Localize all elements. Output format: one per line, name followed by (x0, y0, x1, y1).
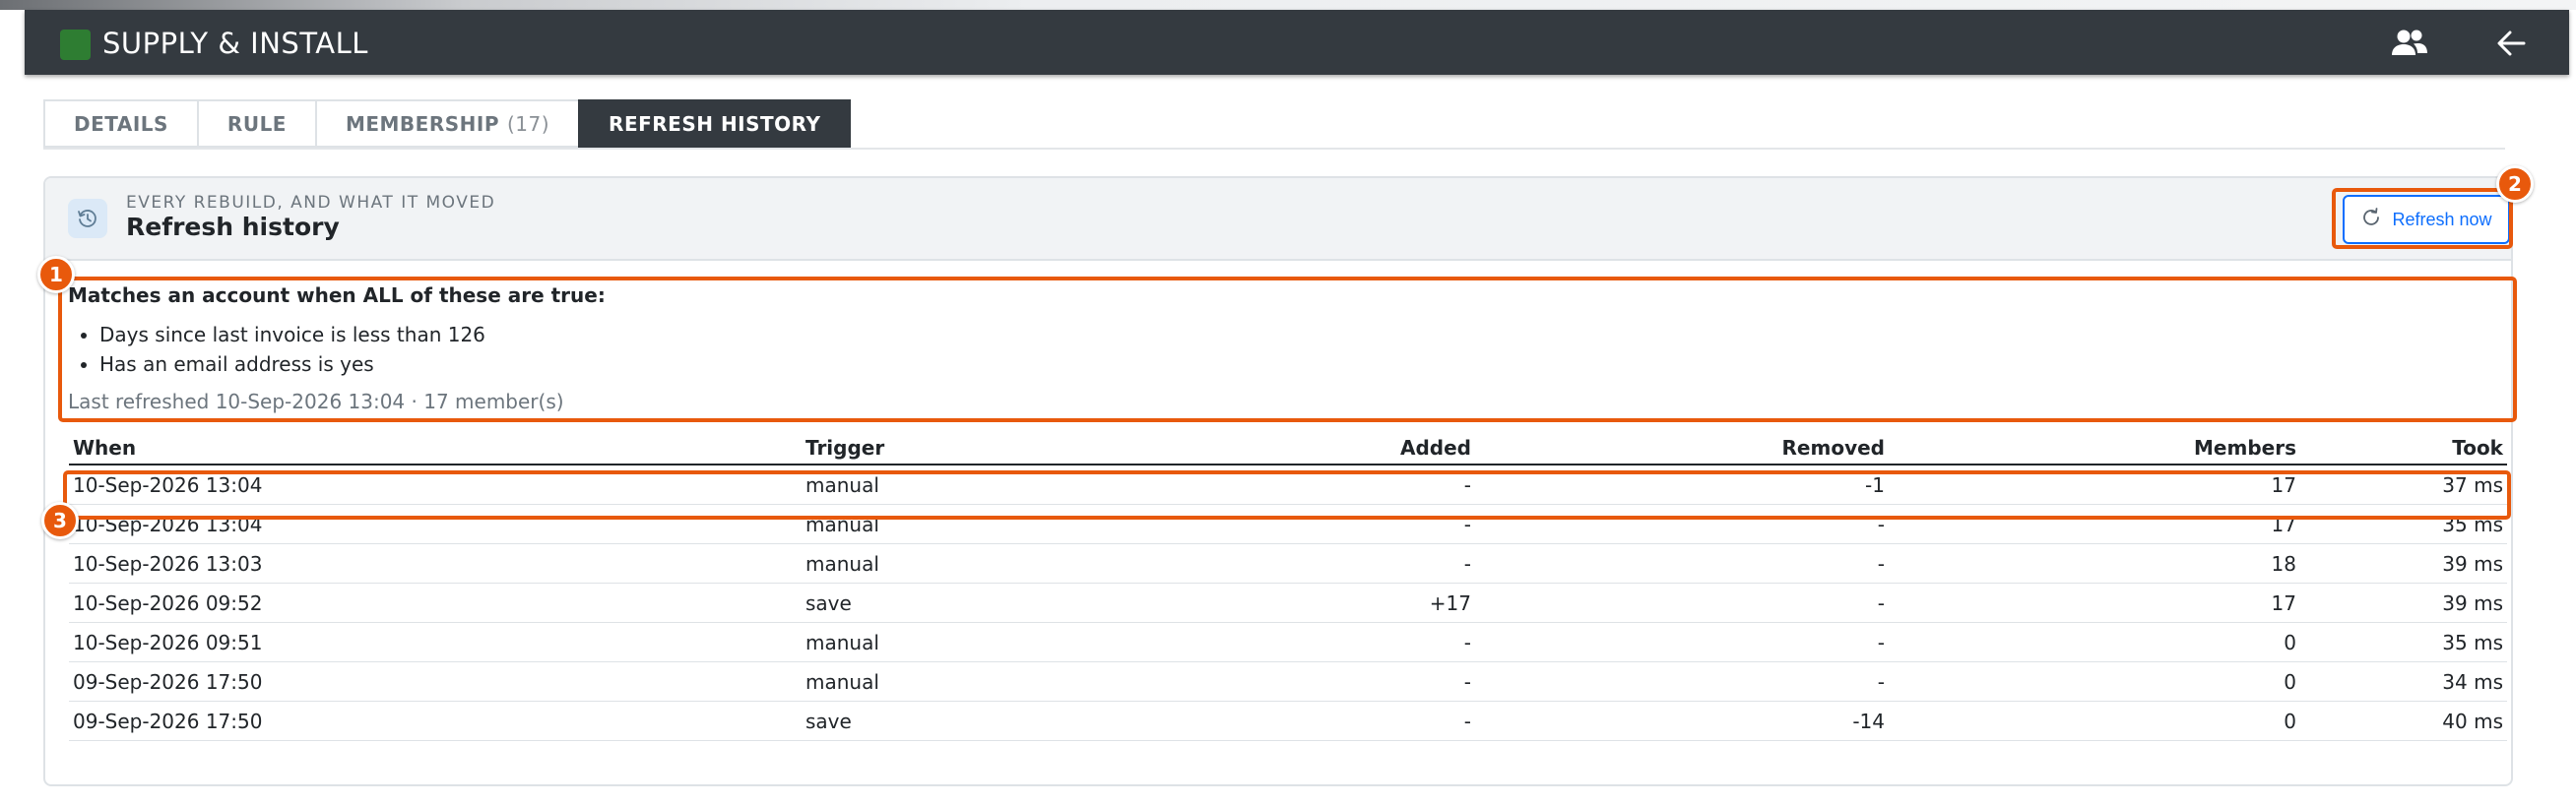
cell-removed: - (1475, 543, 1889, 584)
cell-members: 17 (1889, 465, 2300, 505)
cell-members: 18 (1889, 543, 2300, 584)
rule-summary: Matches an account when ALL of these are… (68, 282, 2490, 414)
cell-when: 09-Sep-2026 17:50 (69, 661, 802, 702)
cell-members: 17 (1889, 504, 2300, 544)
cell-added: - (1168, 661, 1475, 702)
cell-when: 09-Sep-2026 17:50 (69, 701, 802, 741)
cell-took: 40 ms (2300, 701, 2507, 741)
panel-title: Refresh history (126, 213, 340, 241)
cell-trigger: manual (802, 661, 1168, 702)
cell-took: 39 ms (2300, 583, 2507, 623)
cell-took: 35 ms (2300, 622, 2507, 662)
cell-added: - (1168, 543, 1475, 584)
annotation-badge-3: 3 (41, 502, 79, 539)
table-row: 10-Sep-2026 13:04 manual - -1 17 37 ms (69, 465, 2507, 505)
tab-label: REFRESH HISTORY (609, 111, 821, 136)
cell-took: 37 ms (2300, 465, 2507, 505)
history-table: When Trigger Added Removed Members Took … (69, 432, 2507, 741)
tab-label: DETAILS (74, 111, 168, 136)
app-title: SUPPLY & INSTALL (102, 27, 368, 60)
column-header-members: Members (1889, 432, 2300, 465)
table-row: 10-Sep-2026 09:51 manual - - 0 35 ms (69, 622, 2507, 662)
table-row: 09-Sep-2026 17:50 manual - - 0 34 ms (69, 661, 2507, 702)
annotation-badge-1: 1 (37, 256, 75, 293)
window-top-strip (0, 0, 2576, 10)
arrow-left-icon[interactable] (2492, 26, 2532, 61)
cell-when: 10-Sep-2026 09:51 (69, 622, 802, 662)
tab-details[interactable]: DETAILS (43, 99, 197, 148)
cell-removed: - (1475, 504, 1889, 544)
column-header-when: When (69, 432, 802, 465)
panel-eyebrow: EVERY REBUILD, AND WHAT IT MOVED (126, 193, 496, 213)
refresh-icon (2360, 207, 2382, 233)
cell-trigger: manual (802, 465, 1168, 505)
cell-took: 39 ms (2300, 543, 2507, 584)
cell-removed: -1 (1475, 465, 1889, 505)
tab-label: MEMBERSHIP (345, 111, 499, 136)
history-icon (68, 199, 107, 238)
tab-label: RULE (226, 111, 287, 136)
table-row: 10-Sep-2026 13:04 manual - - 17 35 ms (69, 504, 2507, 544)
cell-removed: -14 (1475, 701, 1889, 741)
rule-condition: Has an email address is yes (99, 349, 2490, 379)
cell-removed: - (1475, 622, 1889, 662)
cell-trigger: manual (802, 543, 1168, 584)
cell-added: - (1168, 622, 1475, 662)
cell-trigger: manual (802, 504, 1168, 544)
rule-condition: Days since last invoice is less than 126 (99, 320, 2490, 349)
cell-members: 0 (1889, 622, 2300, 662)
last-refreshed: Last refreshed 10-Sep-2026 13:04 · 17 me… (68, 390, 564, 413)
cell-when: 10-Sep-2026 13:04 (69, 504, 802, 544)
column-header-removed: Removed (1475, 432, 1889, 465)
cell-removed: - (1475, 583, 1889, 623)
refresh-now-label: Refresh now (2392, 209, 2492, 229)
cell-added: - (1168, 504, 1475, 544)
tab-rule[interactable]: RULE (196, 99, 315, 148)
cell-trigger: manual (802, 622, 1168, 662)
cell-members: 0 (1889, 661, 2300, 702)
cell-added: +17 (1168, 583, 1475, 623)
tab-bar: DETAILS RULE MEMBERSHIP (17) REFRESH HIST… (43, 99, 852, 148)
refresh-now-button[interactable]: Refresh now (2343, 195, 2510, 244)
cell-when: 10-Sep-2026 13:03 (69, 543, 802, 584)
cell-added: - (1168, 701, 1475, 741)
cell-when: 10-Sep-2026 09:52 (69, 583, 802, 623)
table-row: 10-Sep-2026 09:52 save +17 - 17 39 ms (69, 583, 2507, 623)
cell-took: 34 ms (2300, 661, 2507, 702)
rule-conditions: Days since last invoice is less than 126… (68, 320, 2490, 379)
cell-took: 35 ms (2300, 504, 2507, 544)
cell-when: 10-Sep-2026 13:04 (69, 465, 802, 505)
cell-trigger: save (802, 583, 1168, 623)
users-icon[interactable] (2390, 26, 2429, 61)
column-header-trigger: Trigger (802, 432, 1168, 465)
tab-count: (17) (506, 111, 550, 136)
table-row: 10-Sep-2026 13:03 manual - - 18 39 ms (69, 543, 2507, 584)
annotation-badge-2: 2 (2496, 165, 2534, 203)
cell-added: - (1168, 465, 1475, 505)
table-header-row: When Trigger Added Removed Members Took (69, 432, 2507, 465)
panel-header: EVERY REBUILD, AND WHAT IT MOVED Refresh… (45, 178, 2511, 261)
cell-trigger: save (802, 701, 1168, 741)
tab-membership[interactable]: MEMBERSHIP (17) (314, 99, 579, 148)
cell-members: 0 (1889, 701, 2300, 741)
cell-removed: - (1475, 661, 1889, 702)
tab-refresh-history[interactable]: REFRESH HISTORY (578, 99, 852, 148)
table-row: 09-Sep-2026 17:50 save - -14 0 40 ms (69, 701, 2507, 741)
brand-logo (60, 30, 91, 60)
column-header-took: Took (2300, 432, 2507, 465)
rule-heading: Matches an account when ALL of these are… (68, 283, 606, 307)
tabs-divider (43, 148, 2505, 150)
cell-members: 17 (1889, 583, 2300, 623)
column-header-added: Added (1168, 432, 1475, 465)
refresh-history-panel: EVERY REBUILD, AND WHAT IT MOVED Refresh… (43, 176, 2513, 786)
app-header: SUPPLY & INSTALL (25, 10, 2569, 75)
